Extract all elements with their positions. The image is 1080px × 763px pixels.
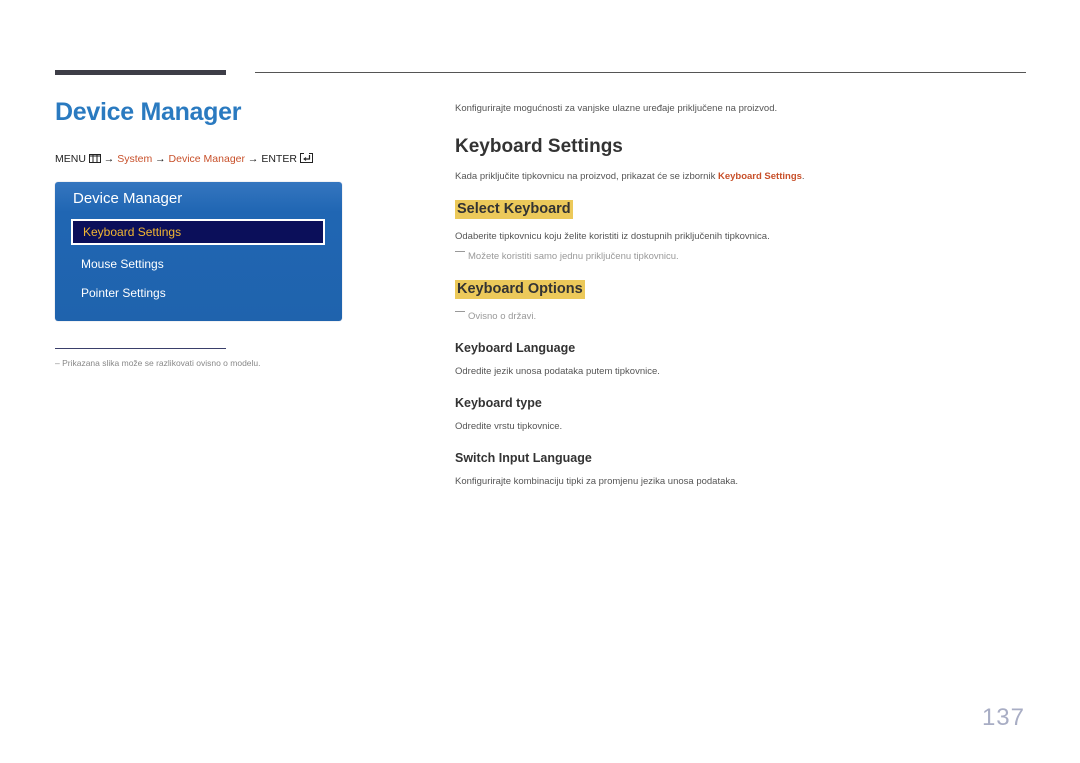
select-keyboard-note: Možete koristiti samo jednu priključenu …	[455, 251, 679, 262]
switch-input-language-desc: Konfigurirajte kombinaciju tipki za prom…	[455, 476, 739, 487]
breadcrumb-device-manager: Device Manager	[168, 153, 245, 165]
keyboard-options-note: Ovisno o državi.	[455, 311, 536, 322]
menu-item-mouse-settings[interactable]: Mouse Settings	[71, 251, 325, 277]
breadcrumb: MENU → System → Device Manager → ENTER	[55, 153, 313, 166]
switch-input-language-heading: Switch Input Language	[455, 451, 592, 465]
footnote-text: Prikazana slika može se razlikovati ovis…	[62, 358, 261, 368]
breadcrumb-arrow: →	[155, 153, 166, 165]
footnote: – Prikazana slika može se razlikovati ov…	[55, 358, 261, 368]
keyboard-type-desc: Odredite vrstu tipkovnice.	[455, 421, 563, 432]
breadcrumb-enter: ENTER	[261, 153, 297, 165]
menu-icon	[88, 154, 101, 166]
breadcrumb-menu: MENU	[55, 153, 86, 165]
keyboard-type-heading: Keyboard type	[455, 396, 542, 410]
menu-item-pointer-settings[interactable]: Pointer Settings	[71, 280, 325, 306]
top-rule-thick	[55, 70, 226, 75]
select-keyboard-note-text: Možete koristiti samo jednu priključenu …	[468, 251, 679, 262]
section-desc-prefix: Kada priključite tipkovnicu na proizvod,…	[455, 171, 718, 182]
select-keyboard-heading: Select Keyboard	[455, 200, 573, 219]
note-dash-icon	[455, 311, 465, 312]
menu-panel-title: Device Manager	[73, 190, 183, 207]
keyboard-language-heading: Keyboard Language	[455, 341, 576, 355]
section-title: Keyboard Settings	[455, 136, 623, 157]
keyboard-options-note-text: Ovisno o državi.	[468, 311, 537, 322]
section-desc-suffix: .	[801, 171, 805, 182]
page-title: Device Manager	[55, 98, 242, 126]
menu-item-keyboard-settings[interactable]: Keyboard Settings	[71, 219, 325, 245]
section-description: Kada priključite tipkovnicu na proizvod,…	[455, 171, 805, 182]
top-rule-thin	[255, 72, 1026, 73]
note-dash-icon	[455, 251, 465, 252]
intro-text: Konfigurirajte mogućnosti za vanjske ula…	[455, 103, 778, 114]
breadcrumb-arrow: →	[247, 153, 259, 165]
select-keyboard-desc: Odaberite tipkovnicu koju želite koristi…	[455, 231, 770, 242]
section-desc-link: Keyboard Settings	[717, 171, 802, 182]
keyboard-language-desc: Odredite jezik unosa podataka putem tipk…	[455, 366, 660, 377]
device-manager-menu-panel: Device Manager Keyboard Settings Mouse S…	[55, 182, 342, 321]
breadcrumb-arrow: →	[103, 153, 115, 165]
breadcrumb-system: System	[117, 153, 153, 165]
keyboard-options-heading: Keyboard Options	[455, 280, 585, 299]
page-number: 137	[981, 704, 1025, 731]
footnote-divider	[55, 348, 226, 349]
enter-icon	[299, 153, 313, 166]
